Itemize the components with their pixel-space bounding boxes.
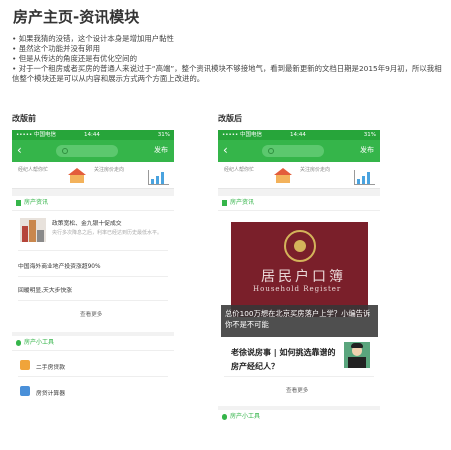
tools-panel: 房产小工具 二手房贷款 房贷计算器 (12, 336, 174, 430)
news-item-title[interactable]: 中国海外商业地产投资涨超90% (18, 261, 100, 270)
page-title: 房产主页-资讯模块 (13, 8, 140, 26)
status-time: 14:44 (290, 132, 306, 138)
buildings-thumbnail[interactable] (20, 218, 46, 242)
hukou-image[interactable]: 居民户口簿 Household Register (231, 222, 368, 317)
battery-text: 31% (157, 132, 170, 138)
top-cards: 经纪人帮你忙 关注房价走向 (218, 162, 380, 189)
news-panel: 房产资讯 政策宽松、金九银十促成交 央行多次降息之后，利率已经达到历史最低水平。… (12, 196, 174, 332)
wrench-icon (16, 340, 21, 346)
author-avatar (344, 342, 370, 368)
phone-after: ••••• 中国电信 14:44 31% ‹ 发布 经纪人帮你忙 关注房价走向 … (218, 130, 380, 430)
bullet-item: • 但是从传达的角度还是有优化空间的 (12, 54, 137, 63)
back-icon[interactable]: ‹ (223, 143, 228, 157)
phone-before: ••••• 中国电信 14:44 31% ‹ 发布 经纪人帮你忙 关注房价走向 … (12, 130, 174, 430)
news-item-summary: 央行多次降息之后，利率已经达到历史最低水平。 (52, 230, 163, 236)
news-item-title[interactable]: 老徐说房事 | 如何挑选靠谱的房产经纪人？ (231, 346, 343, 374)
after-label: 改版后 (218, 114, 242, 123)
battery-text: 31% (363, 132, 376, 138)
passport-title: 居民户口簿 (261, 269, 346, 285)
tools-header: 房产小工具 (12, 336, 174, 351)
tool-item[interactable]: 房贷计算器 (36, 388, 65, 397)
bullet-item: • 虽然这个功能并没有卵用 (12, 44, 101, 53)
passport-subtitle: Household Register (253, 285, 342, 293)
image-caption-overlay[interactable]: 总价100万想在北京买房落户上学？小编告诉你不是不可能 (221, 305, 378, 337)
tools-header-label: 房产小工具 (24, 339, 55, 346)
search-input[interactable] (56, 145, 118, 157)
house-icon (274, 168, 292, 184)
document-icon (222, 200, 227, 206)
tools-panel: 房产小工具 (218, 410, 380, 430)
search-icon (268, 148, 274, 154)
bullet-item: • 如果我猜的没错，这个设计本身是增加用户黏性 (12, 34, 174, 43)
document-icon (16, 200, 21, 206)
bullet-list: • 如果我猜的没错，这个设计本身是增加用户黏性 • 虽然这个功能并没有卵用 • … (12, 34, 442, 84)
view-more-button[interactable]: 查看更多 (286, 386, 308, 394)
publish-button[interactable]: 发布 (360, 145, 374, 155)
publish-button[interactable]: 发布 (154, 145, 168, 155)
tool-item[interactable]: 二手房贷款 (36, 362, 65, 371)
news-header: 房产资讯 (12, 196, 174, 211)
card-price-trend[interactable]: 关注房价走向 (94, 166, 152, 173)
news-header: 房产资讯 (218, 196, 380, 211)
carrier-text: ••••• 中国电信 (222, 132, 262, 138)
view-more-button[interactable]: 查看更多 (80, 310, 102, 318)
loan-icon (20, 360, 30, 370)
status-bar: ••••• 中国电信 14:44 31% (12, 130, 174, 140)
house-icon (68, 168, 86, 184)
card-price-trend[interactable]: 关注房价走向 (300, 166, 358, 173)
top-cards: 经纪人帮你忙 关注房价走向 (12, 162, 174, 189)
carrier-text: ••••• 中国电信 (16, 132, 56, 138)
tools-header: 房产小工具 (218, 410, 380, 424)
search-icon (62, 148, 68, 154)
news-item-title[interactable]: 政策宽松、金九银十促成交 (52, 218, 122, 227)
news-header-label: 房产资讯 (24, 199, 49, 206)
national-emblem-icon (284, 230, 316, 262)
nav-bar: ‹ 发布 (218, 140, 380, 162)
news-item-title[interactable]: 回暖明显,天大步快涨 (18, 285, 72, 294)
back-icon[interactable]: ‹ (17, 143, 22, 157)
tools-header-label: 房产小工具 (230, 413, 261, 420)
chart-icon (354, 170, 375, 185)
search-input[interactable] (262, 145, 324, 157)
news-header-label: 房产资讯 (230, 199, 255, 206)
wrench-icon (222, 414, 227, 420)
chart-icon (148, 170, 169, 185)
status-bar: ••••• 中国电信 14:44 31% (218, 130, 380, 140)
calculator-icon (20, 386, 30, 396)
nav-bar: ‹ 发布 (12, 140, 174, 162)
bullet-item: • 对于一个租房或者买房的普通人来说过于“高端”，整个资讯模块不够接地气，看到最… (12, 64, 442, 83)
status-time: 14:44 (84, 132, 100, 138)
before-label: 改版前 (12, 114, 36, 123)
